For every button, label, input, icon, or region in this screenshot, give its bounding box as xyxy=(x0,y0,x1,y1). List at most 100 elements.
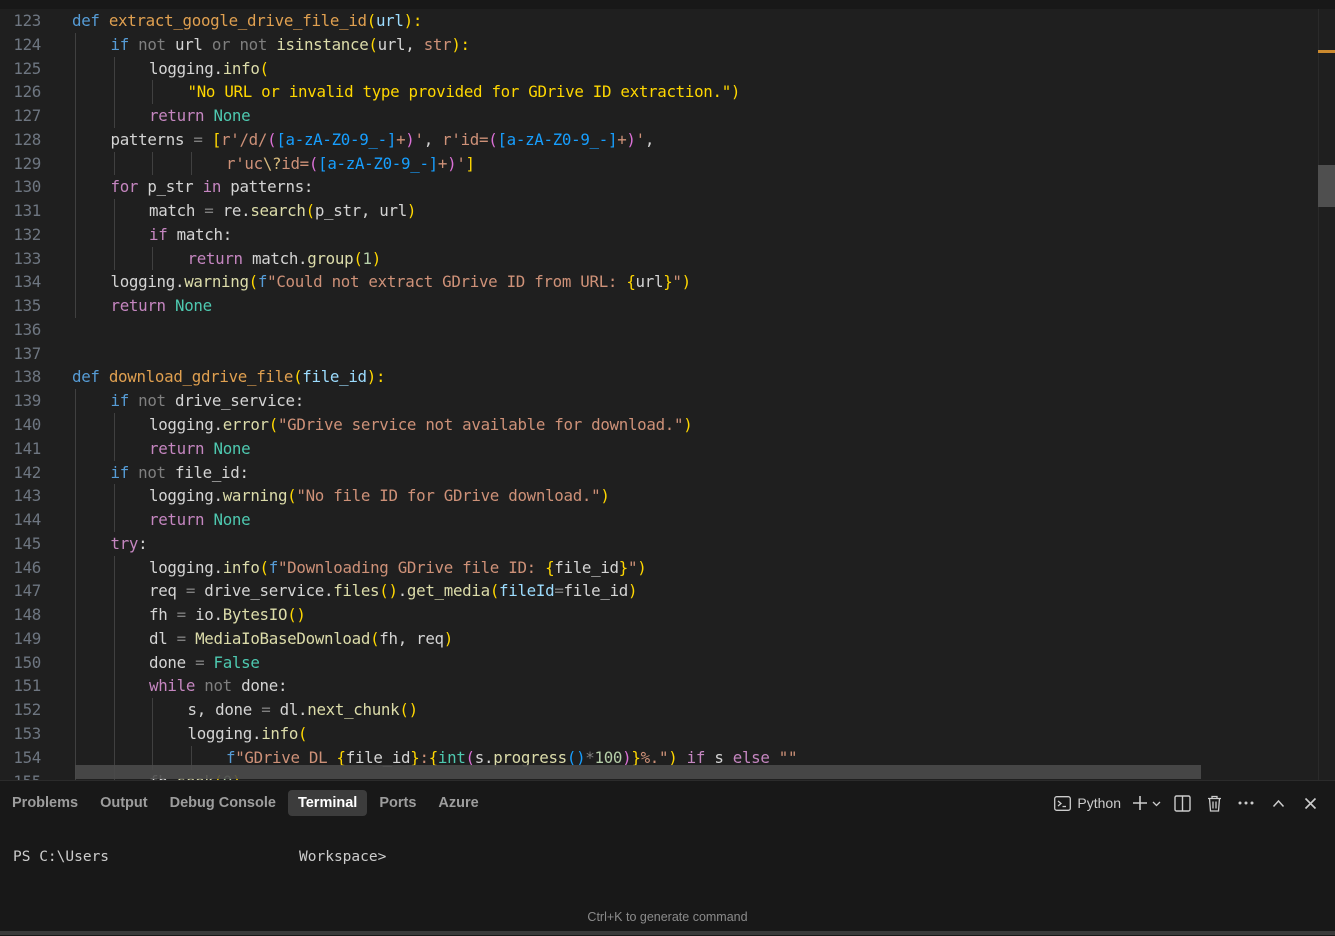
indent-guide xyxy=(75,56,76,81)
code-token: file_id xyxy=(345,747,411,767)
code-token: ) xyxy=(600,486,610,506)
indent-guide xyxy=(75,626,76,651)
maximize-panel-button[interactable] xyxy=(1267,791,1289,815)
code-token: [ xyxy=(211,129,222,149)
code-token: match: xyxy=(176,224,233,244)
code-token: not xyxy=(138,462,175,482)
code-token: ( xyxy=(298,723,308,743)
indent-guide xyxy=(113,246,115,271)
tab-debug-console[interactable]: Debug Console xyxy=(160,790,286,816)
line-number: 153 xyxy=(13,723,41,743)
indent-guide xyxy=(113,650,115,675)
tab-problems[interactable]: Problems xyxy=(2,790,88,816)
tab-output[interactable]: Output xyxy=(90,790,158,816)
code-token: match xyxy=(149,201,205,221)
code-token: info xyxy=(222,58,260,78)
vertical-scrollbar-thumb[interactable] xyxy=(1318,165,1335,207)
code-token: = xyxy=(193,129,212,149)
code-token: ( xyxy=(305,201,316,221)
code-token: . xyxy=(397,581,408,601)
code-text: r'uc\?id=([a-zA-Z0-9_-]+)'] xyxy=(226,152,475,176)
indent-guide xyxy=(75,294,76,318)
kill-terminal-button[interactable] xyxy=(1203,791,1225,815)
tab-terminal[interactable]: Terminal xyxy=(287,790,368,816)
indent-guide xyxy=(152,80,153,105)
trash-icon xyxy=(1207,795,1222,812)
code-token: s, done xyxy=(187,700,262,720)
code-token: MediaIoBaseDownload xyxy=(195,628,371,648)
close-panel-button[interactable] xyxy=(1299,791,1321,815)
code-token: () xyxy=(379,581,398,601)
chevron-down-icon xyxy=(1152,799,1161,808)
tab-ports[interactable]: Ports xyxy=(369,790,426,816)
indent-guide xyxy=(75,531,76,556)
code-token: = xyxy=(176,628,196,648)
code-text: logging.info( xyxy=(149,57,269,81)
code-token: } xyxy=(631,747,641,767)
indent-guide xyxy=(152,151,153,176)
code-token: done: xyxy=(241,676,288,696)
code-editor[interactable]: 123 def extract_google_drive_file_id(url)… xyxy=(0,9,1335,780)
code-token: ) xyxy=(447,153,457,173)
more-actions-button[interactable] xyxy=(1235,791,1257,815)
code-token: not xyxy=(204,676,242,696)
tab-azure[interactable]: Azure xyxy=(428,790,488,816)
code-token: try xyxy=(110,533,139,553)
line-number: 134 xyxy=(13,272,41,292)
code-token: drive_service: xyxy=(174,391,304,411)
code-token: ( xyxy=(259,58,270,78)
indent-guide xyxy=(113,151,115,176)
split-terminal-button[interactable] xyxy=(1171,791,1193,815)
code-token: logging. xyxy=(149,415,223,435)
line-number: 140 xyxy=(13,415,41,435)
code-token: () xyxy=(566,747,586,767)
terminal-selector[interactable]: Python xyxy=(1054,791,1121,815)
indent-guide xyxy=(75,698,76,722)
code-token: } xyxy=(618,557,629,577)
indent-guide xyxy=(75,436,76,461)
code-token: ( xyxy=(267,129,277,149)
code-token: def xyxy=(72,367,109,387)
code-token: ( xyxy=(366,11,377,30)
indent-guide xyxy=(152,721,153,746)
indent-guide xyxy=(75,579,76,604)
close-icon xyxy=(1304,797,1317,810)
code-token: r'uc xyxy=(226,153,263,173)
terminal-prompt[interactable]: PS C:\Users Workspace> xyxy=(13,849,386,865)
code-text: match = re.search(p_str, url) xyxy=(149,199,416,223)
code-token: logging. xyxy=(149,557,223,577)
line-number: 138 xyxy=(13,367,41,387)
horizontal-scrollbar[interactable] xyxy=(75,765,1201,779)
code-token: "GDrive DL xyxy=(235,747,337,767)
code-token: = xyxy=(261,700,280,720)
code-token: info xyxy=(261,723,299,743)
indent-guide xyxy=(75,270,76,295)
code-token: for xyxy=(110,177,148,197)
indent-guide xyxy=(75,603,76,627)
indent-guide xyxy=(75,32,76,57)
indent-guide xyxy=(75,151,76,176)
code-token: = xyxy=(185,581,205,601)
code-token: file_id xyxy=(563,581,629,601)
indent-guide xyxy=(113,56,115,81)
code-token: return xyxy=(187,248,252,268)
code-token: ) xyxy=(628,581,638,601)
code-token: s. xyxy=(474,747,494,767)
code-token: ) xyxy=(730,82,741,102)
code-token: info xyxy=(222,557,260,577)
vertical-scrollbar-track[interactable] xyxy=(1318,9,1335,780)
code-token: io. xyxy=(195,605,223,625)
indent-guide xyxy=(75,508,76,532)
code-token: { xyxy=(428,747,439,767)
status-bar-edge xyxy=(0,931,1335,935)
code-token: id= xyxy=(281,153,309,173)
code-token: None xyxy=(213,106,251,126)
new-terminal-button[interactable] xyxy=(1131,791,1161,815)
code-text: logging.warning("No file ID for GDrive d… xyxy=(149,484,610,508)
line-number: 127 xyxy=(13,106,41,126)
code-text: logging.info(f"Downloading GDrive file I… xyxy=(149,556,647,580)
line-number: 155 xyxy=(0,770,41,781)
indent-guide xyxy=(113,721,115,746)
line-number: 125 xyxy=(13,58,41,78)
code-token: ( xyxy=(370,628,380,648)
